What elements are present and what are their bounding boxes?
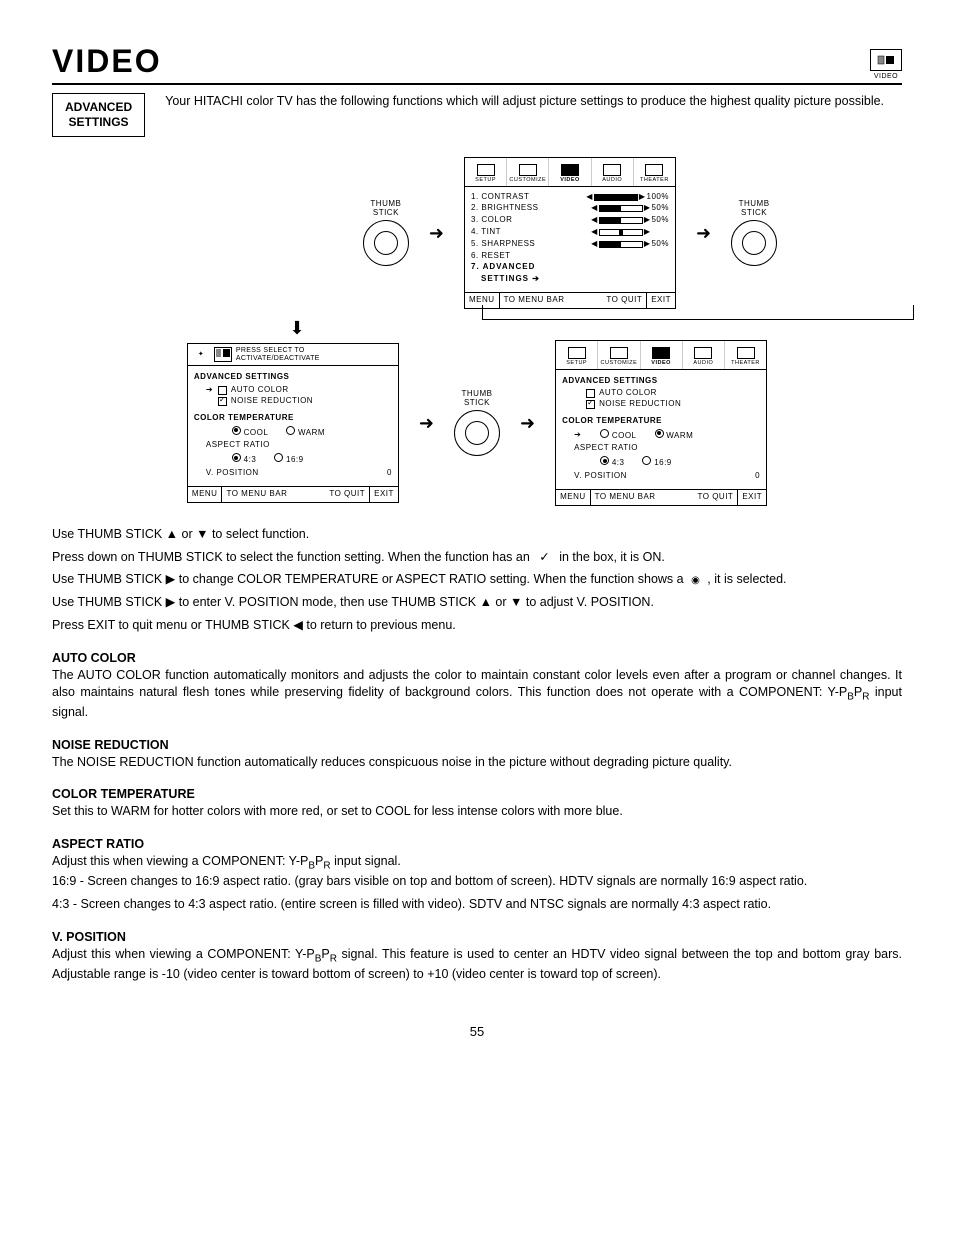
tv-icon <box>870 49 902 71</box>
video-menu-box: SETUP CUSTOMIZE VIDEO AUDIO THEATER 1. C… <box>464 157 676 309</box>
thumbstick-icon <box>731 220 777 266</box>
page-number: 55 <box>52 1023 902 1041</box>
text-v-position: Adjust this when viewing a COMPONENT: Y-… <box>52 946 902 983</box>
arrow-right-icon: ➜ <box>415 411 438 435</box>
text-color-temperature: Set this to WARM for hotter colors with … <box>52 803 902 820</box>
heading-noise-reduction: NOISE REDUCTION <box>52 737 902 754</box>
heading-v-position: V. POSITION <box>52 929 902 946</box>
tab-setup: SETUP <box>465 158 507 185</box>
heading-color-temperature: COLOR TEMPERATURE <box>52 786 902 803</box>
tab-video: VIDEO <box>549 158 591 185</box>
advanced-menu-box-2: SETUP CUSTOMIZE VIDEO AUDIO THEATER ADVA… <box>555 340 767 506</box>
arrow-right-icon: ➜ <box>692 221 715 245</box>
diagrams: THUMB STICK ➜ SETUP CUSTOMIZE VIDEO AUDI… <box>52 157 902 505</box>
thumbstick-icon <box>363 220 409 266</box>
checkmark-icon: ✓ <box>533 550 555 564</box>
section-label-box: ADVANCED SETTINGS <box>52 93 145 137</box>
heading-auto-color: AUTO COLOR <box>52 650 902 667</box>
instruction-5: Press EXIT to quit menu or THUMB STICK ◀… <box>52 617 902 634</box>
instruction-4: Use THUMB STICK ▶ to enter V. POSITION m… <box>52 594 902 611</box>
tab-customize: CUSTOMIZE <box>507 158 549 185</box>
text-auto-color: The AUTO COLOR function automatically mo… <box>52 667 902 721</box>
text-aspect-169: 16:9 - Screen changes to 16:9 aspect rat… <box>52 873 902 890</box>
video-header-icon: VIDEO <box>870 49 902 83</box>
title-row: VIDEO VIDEO <box>52 40 902 85</box>
tab-theater: THEATER <box>634 158 675 185</box>
thumb-stick-2: THUMB STICK <box>731 200 777 266</box>
thumbstick-icon <box>454 410 500 456</box>
arrow-down-icon: ⬇ <box>289 316 304 340</box>
advanced-menu-box-1: ✦ PRESS SELECT TO ACTIVATE/DEACTIVATE AD… <box>187 343 399 503</box>
arrow-right-icon: ➜ <box>425 221 448 245</box>
page-title: VIDEO <box>52 40 162 83</box>
thumb-stick-1: THUMB STICK <box>363 200 409 266</box>
instruction-3: Use THUMB STICK ▶ to change COLOR TEMPER… <box>52 571 902 588</box>
thumb-stick-3: THUMB STICK <box>454 390 500 456</box>
instruction-1: Use THUMB STICK ▲ or ▼ to select functio… <box>52 526 902 543</box>
text-aspect-ratio: Adjust this when viewing a COMPONENT: Y-… <box>52 853 902 873</box>
intro-text: Your HITACHI color TV has the following … <box>165 93 902 137</box>
text-aspect-43: 4:3 - Screen changes to 4:3 aspect ratio… <box>52 896 902 913</box>
heading-aspect-ratio: ASPECT RATIO <box>52 836 902 853</box>
text-noise-reduction: The NOISE REDUCTION function automatical… <box>52 754 902 771</box>
arrow-right-icon: ➜ <box>516 411 539 435</box>
tab-audio: AUDIO <box>592 158 634 185</box>
instruction-2: Press down on THUMB STICK to select the … <box>52 549 902 566</box>
intro-row: ADVANCED SETTINGS Your HITACHI color TV … <box>52 93 902 137</box>
dot-icon: ◉ <box>687 575 704 586</box>
